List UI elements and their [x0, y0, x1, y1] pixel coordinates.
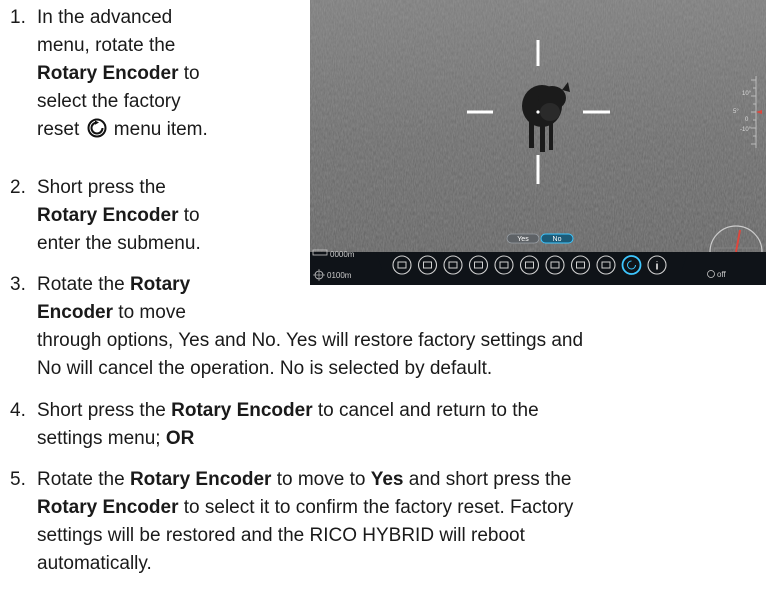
step-text-line: Rotary Encoder to [37, 61, 200, 87]
bold-term: Rotary Encoder [37, 205, 179, 226]
bold-term: Rotary Encoder [171, 400, 313, 421]
scale-tick-label: 10° [742, 91, 752, 97]
text-run: settings menu; [37, 428, 166, 449]
step-text-line: Rotary Encoder to [37, 203, 200, 229]
bold-term: Rotary Encoder [129, 469, 272, 490]
distance-readout-top: 0000m [330, 250, 355, 259]
text-run: to cancel and return to the [312, 400, 539, 421]
bold-term: Encoder [37, 302, 114, 323]
dialog-no-option: No [553, 236, 562, 243]
text-run: settings will be restored and the RICO H… [37, 525, 525, 546]
step-text-line: automatically. [37, 551, 152, 577]
bold-term: Rotary [129, 274, 191, 295]
step-text-line: menu, rotate the [37, 33, 175, 59]
step-text-line: Short press the Rotary Encoder to cancel… [37, 398, 539, 424]
bold-term: Rotary Encoder [37, 497, 179, 518]
text-run: to select it to confirm the factory rese… [178, 497, 574, 518]
step-number: 5. [10, 469, 26, 490]
step-text-line: No will cancel the operation. No is sele… [37, 356, 492, 382]
distance-readout-bottom: 0100m [327, 271, 352, 280]
text-run: In the advanced [37, 7, 173, 28]
step-number: 4. [10, 400, 26, 421]
scope-view: 10° 5° 0 -10° 15° Yes No 0000m [310, 0, 766, 285]
text-run: Rotate the [37, 274, 130, 295]
text-run: to [178, 205, 200, 226]
step-text-line: Rotate the Rotary [37, 272, 190, 298]
step-text-line: reset menu item. [37, 117, 208, 143]
step-text-line: Short press the [37, 175, 166, 201]
step-text-line: enter the submenu. [37, 231, 201, 257]
step-text-line: In the advanced [37, 5, 172, 31]
text-run: to move [113, 302, 186, 323]
scale-tick-label: -10° [740, 127, 752, 133]
step-text-line: settings will be restored and the RICO H… [37, 523, 525, 549]
power-status: off [717, 270, 727, 279]
step-text-line: select the factory [37, 89, 181, 115]
step-text-line: Rotary Encoder to select it to confirm t… [37, 495, 573, 521]
text-run: and short press the [403, 469, 572, 490]
text-run: to [178, 63, 200, 84]
step-text-line: Encoder to move [37, 300, 186, 326]
step-text-line: Rotate the Rotary Encoder to move to Yes… [37, 467, 571, 493]
step-text-line: settings menu; OR [37, 426, 194, 452]
step-text-line: through options, Yes and No. Yes will re… [37, 328, 583, 354]
text-run: Short press the [37, 177, 166, 198]
dialog-yes-option: Yes [517, 236, 529, 243]
text-run: reset [37, 119, 85, 140]
step-number: 3. [10, 274, 26, 295]
text-run: menu item. [108, 119, 208, 140]
step-number: 2. [10, 177, 26, 198]
text-run: Rotate the [37, 469, 130, 490]
bold-term: Yes [370, 469, 404, 490]
factory-reset-icon [87, 118, 107, 138]
text-run: Short press the [37, 400, 172, 421]
step-number: 1. [10, 7, 26, 28]
text-run: select the factory [37, 91, 181, 112]
thermal-scope-screenshot: 10° 5° 0 -10° 15° Yes No 0000m [310, 0, 766, 285]
text-run: through options, Yes and No. Yes will re… [37, 330, 584, 351]
text-run: to move to [271, 469, 371, 490]
text-run: automatically. [37, 553, 152, 574]
text-run: enter the submenu. [37, 233, 201, 254]
text-run: No will cancel the operation. No is sele… [37, 358, 493, 379]
bold-term: OR [165, 428, 195, 449]
bold-term: Rotary Encoder [37, 63, 179, 84]
scale-tick-label: 5° [733, 109, 739, 115]
text-run: menu, rotate the [37, 35, 176, 56]
